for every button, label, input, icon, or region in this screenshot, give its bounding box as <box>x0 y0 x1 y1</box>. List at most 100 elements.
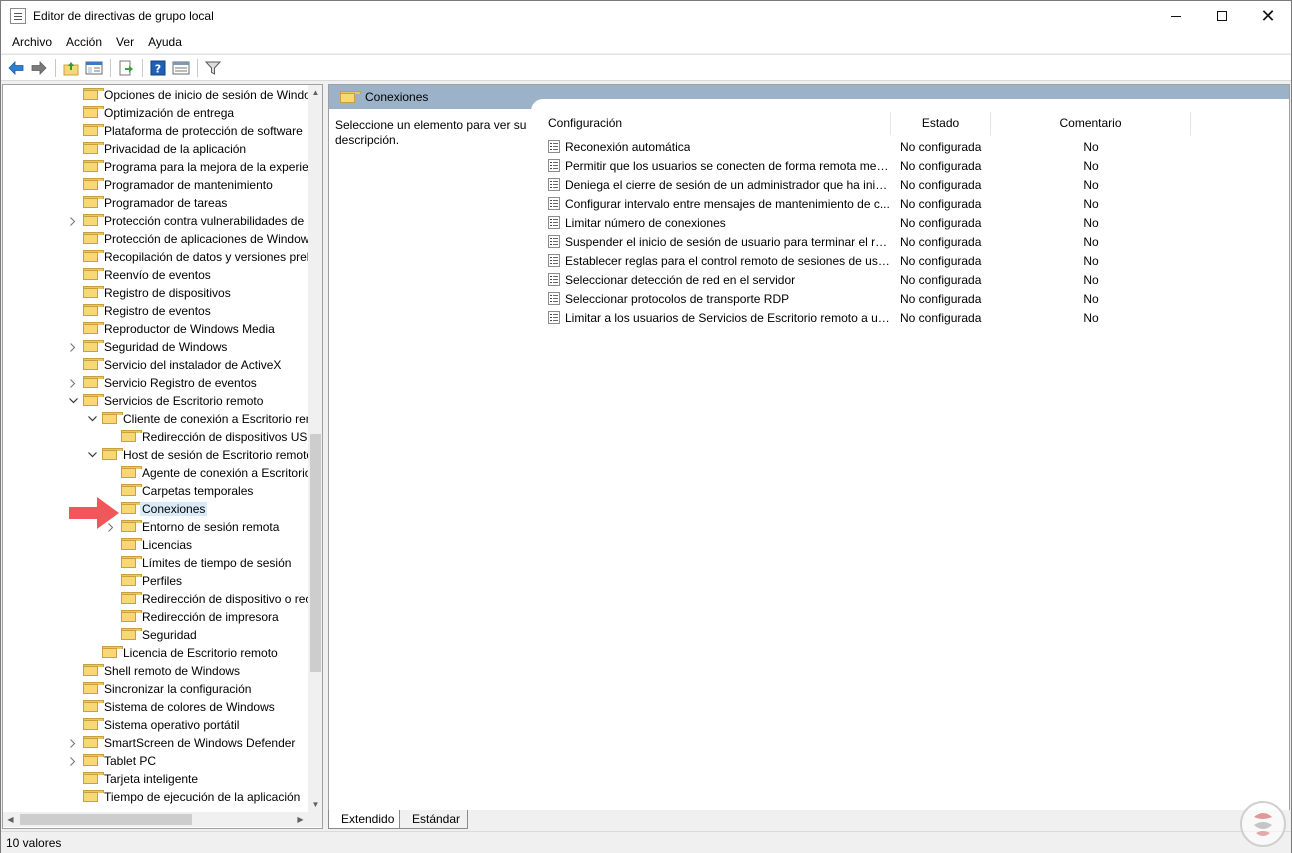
tree-item[interactable]: Tarjeta inteligente <box>3 770 308 788</box>
tree-item[interactable]: Plataforma de protección de software <box>3 122 308 140</box>
policy-row[interactable]: Reconexión automática No configurada No <box>544 137 1289 156</box>
forward-button[interactable] <box>28 57 50 79</box>
policy-row[interactable]: Suspender el inicio de sesión de usuario… <box>544 232 1289 251</box>
tree-item[interactable]: Redirección de dispositivo o rec <box>3 590 308 608</box>
chevron-down-icon[interactable] <box>86 413 98 425</box>
policy-setting-cell: Deniega el cierre de sesión de un admini… <box>544 178 891 192</box>
tree-item[interactable]: Programador de tareas <box>3 194 308 212</box>
scroll-down-arrow-icon[interactable]: ▼ <box>308 797 322 812</box>
properties-button[interactable] <box>170 57 192 79</box>
tree-item[interactable]: Recopilación de datos y versiones preli <box>3 248 308 266</box>
chevron-down-icon[interactable] <box>86 449 98 461</box>
scroll-thumb[interactable] <box>20 814 192 825</box>
tree-item[interactable]: SmartScreen de Windows Defender <box>3 734 308 752</box>
gpedit-app-icon[interactable] <box>10 8 26 24</box>
tree-item[interactable]: Redirección de impresora <box>3 608 308 626</box>
tree-item[interactable]: Protección contra vulnerabilidades de <box>3 212 308 230</box>
tree-horizontal-scrollbar[interactable]: ◀ ▶ <box>3 812 308 827</box>
policy-row[interactable]: Establecer reglas para el control remoto… <box>544 251 1289 270</box>
minimize-button[interactable] <box>1153 1 1199 31</box>
tree-item[interactable]: Licencias <box>3 536 308 554</box>
tree-item[interactable]: Perfiles <box>3 572 308 590</box>
policy-row[interactable]: Seleccionar protocolos de transporte RDP… <box>544 289 1289 308</box>
tab-estandar[interactable]: Estándar <box>399 810 469 829</box>
help-button[interactable]: ? <box>147 57 169 79</box>
tree-item[interactable]: Tiempo de ejecución de la aplicación <box>3 788 308 806</box>
tree-item[interactable]: Servicios de Escritorio remoto <box>3 392 308 410</box>
folder-icon <box>83 106 104 118</box>
tree-item[interactable]: Servicio del instalador de ActiveX <box>3 356 308 374</box>
column-header-configuracion[interactable]: Configuración <box>544 112 891 135</box>
tree-item[interactable]: Optimización de entrega <box>3 104 308 122</box>
tree-item[interactable]: Seguridad <box>3 626 308 644</box>
chevron-right-icon[interactable] <box>67 341 79 353</box>
tree-item[interactable]: Sistema operativo portátil <box>3 716 308 734</box>
chevron-down-icon[interactable] <box>67 395 79 407</box>
policy-row[interactable]: Limitar a los usuarios de Servicios de E… <box>544 308 1289 327</box>
filter-button[interactable] <box>202 57 224 79</box>
policy-state: No configurada <box>900 196 982 211</box>
policy-row[interactable]: Configurar intervalo entre mensajes de m… <box>544 194 1289 213</box>
tree-pane[interactable]: Opciones de inicio de sesión de Windo Opt… <box>2 84 323 829</box>
chevron-right-icon[interactable] <box>67 377 79 389</box>
policy-row[interactable]: Limitar número de conexiones No configura… <box>544 213 1289 232</box>
tree-item[interactable]: Licencia de Escritorio remoto <box>3 644 308 662</box>
tree-item[interactable]: Sistema de colores de Windows <box>3 698 308 716</box>
scroll-right-arrow-icon[interactable]: ▶ <box>293 812 308 827</box>
tree-item[interactable]: Límites de tiempo de sesión <box>3 554 308 572</box>
tree-item[interactable]: Redirección de dispositivos USB <box>3 428 308 446</box>
tree-item[interactable]: Privacidad de la aplicación <box>3 140 308 158</box>
menu-archivo[interactable]: Archivo <box>5 35 59 49</box>
export-list-button[interactable] <box>115 57 137 79</box>
tree-item[interactable]: Reproductor de Windows Media <box>3 320 308 338</box>
tree-item[interactable]: Shell remoto de Windows <box>3 662 308 680</box>
back-button[interactable] <box>5 57 27 79</box>
tree-item[interactable]: Entorno de sesión remota <box>3 518 308 536</box>
column-header-estado[interactable]: Estado <box>891 112 991 135</box>
tree-item[interactable]: Seguridad de Windows <box>3 338 308 356</box>
tree-item[interactable]: Protección de aplicaciones de Window <box>3 230 308 248</box>
tree-item[interactable]: Programador de mantenimiento <box>3 176 308 194</box>
title-bar[interactable]: Editor de directivas de grupo local ✕ <box>1 1 1291 31</box>
close-button[interactable]: ✕ <box>1245 1 1291 31</box>
tree-item[interactable]: Agente de conexión a Escritorio <box>3 464 308 482</box>
policy-state: No configurada <box>900 234 982 249</box>
scroll-up-arrow-icon[interactable]: ▲ <box>308 85 322 100</box>
chevron-right-icon[interactable] <box>67 737 79 749</box>
policy-setting-cell: Reconexión automática <box>544 140 891 154</box>
menu-ayuda[interactable]: Ayuda <box>141 35 189 49</box>
policy-setting-icon <box>548 235 560 248</box>
scroll-thumb[interactable] <box>310 434 321 672</box>
folder-icon <box>83 250 104 262</box>
tree-item[interactable]: Registro de dispositivos <box>3 284 308 302</box>
up-folder-button[interactable] <box>60 57 82 79</box>
tree-item[interactable]: Tablet PC <box>3 752 308 770</box>
column-header-comentario[interactable]: Comentario <box>991 112 1191 135</box>
tree-item[interactable]: Sincronizar la configuración <box>3 680 308 698</box>
policy-row[interactable]: Seleccionar detección de red en el servi… <box>544 270 1289 289</box>
tree-item[interactable]: Conexiones <box>3 500 308 518</box>
up-folder-icon <box>63 61 79 75</box>
folder-icon <box>121 466 142 478</box>
chevron-right-icon[interactable] <box>67 755 79 767</box>
tab-extendido[interactable]: Extendido <box>328 810 403 829</box>
tree-item[interactable]: Host de sesión de Escritorio remoto <box>3 446 308 464</box>
folder-icon <box>102 412 123 424</box>
tree-item[interactable]: Carpetas temporales <box>3 482 308 500</box>
maximize-button[interactable] <box>1199 1 1245 31</box>
chevron-right-icon[interactable] <box>67 215 79 227</box>
tree-item[interactable]: Servicio Registro de eventos <box>3 374 308 392</box>
tree-item[interactable]: Reenvío de eventos <box>3 266 308 284</box>
policy-row[interactable]: Permitir que los usuarios se conecten de… <box>544 156 1289 175</box>
policy-setting-icon <box>548 254 560 267</box>
tree-item[interactable]: Opciones de inicio de sesión de Windo <box>3 86 308 104</box>
menu-accion[interactable]: Acción <box>59 35 109 49</box>
menu-ver[interactable]: Ver <box>109 35 141 49</box>
tree-item[interactable]: Cliente de conexión a Escritorio rem <box>3 410 308 428</box>
policy-row[interactable]: Deniega el cierre de sesión de un admini… <box>544 175 1289 194</box>
show-tree-button[interactable] <box>83 57 105 79</box>
tree-item[interactable]: Registro de eventos <box>3 302 308 320</box>
tree-vertical-scrollbar[interactable]: ▲ ▼ <box>308 85 322 812</box>
scroll-left-arrow-icon[interactable]: ◀ <box>3 812 18 827</box>
tree-item[interactable]: Programa para la mejora de la experien <box>3 158 308 176</box>
